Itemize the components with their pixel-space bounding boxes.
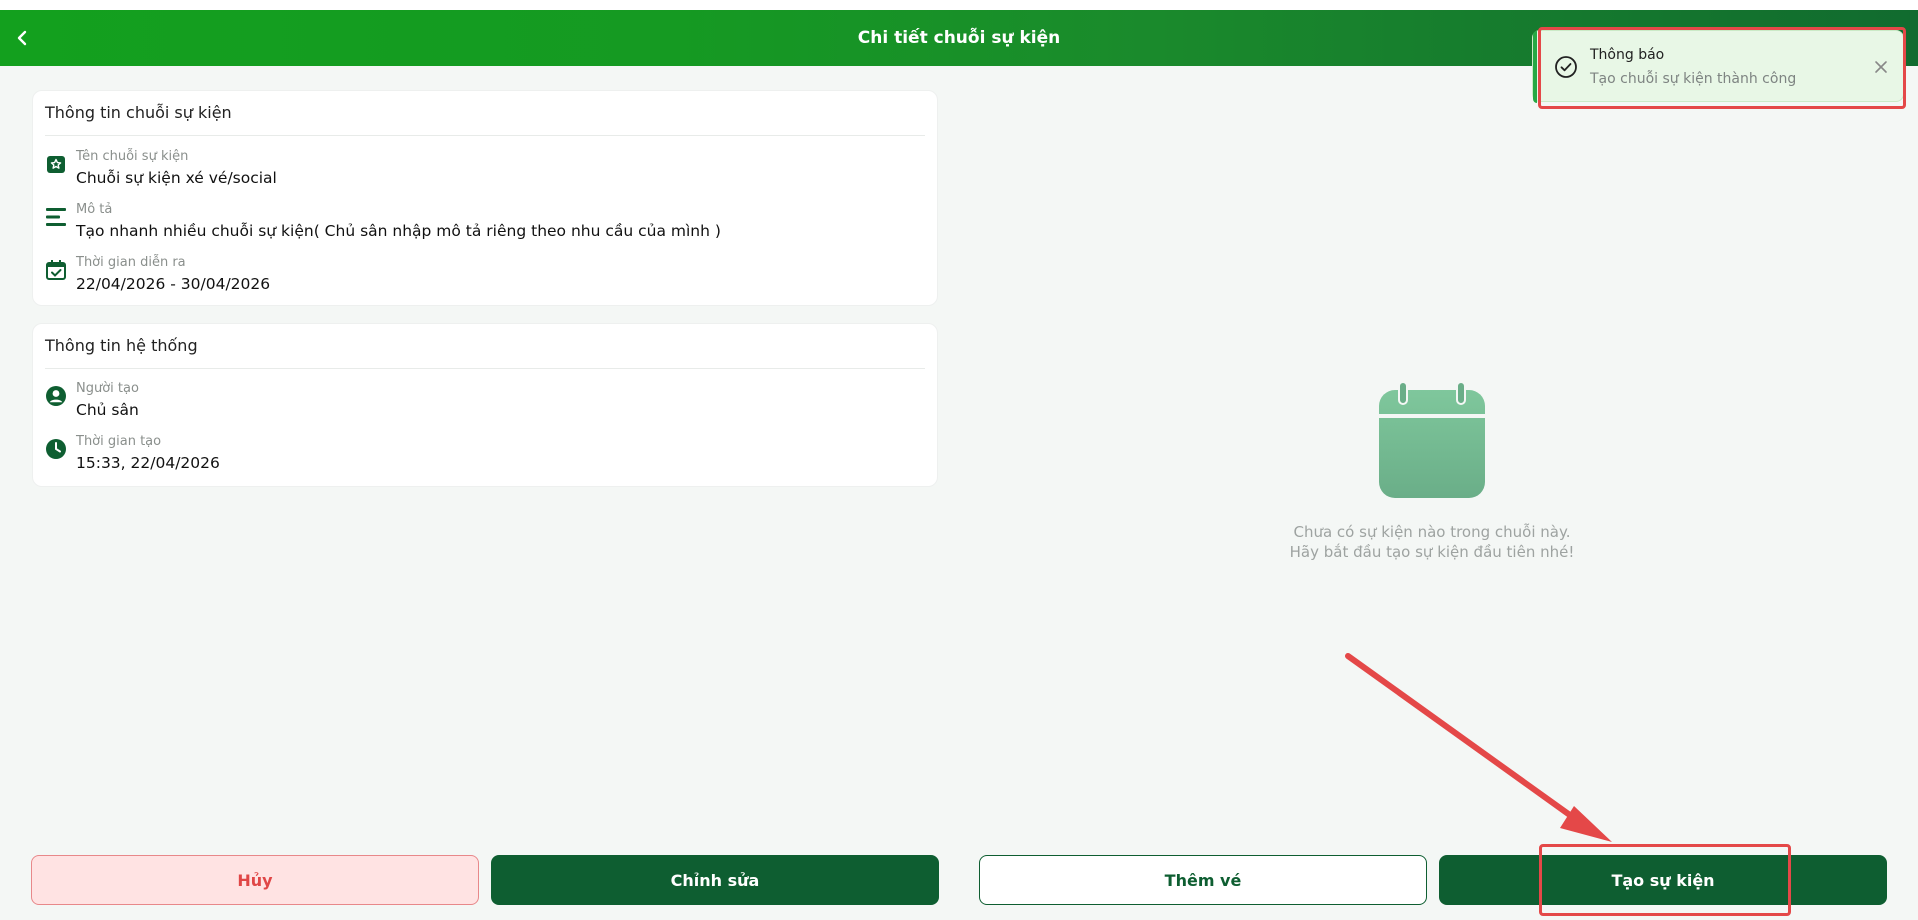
annotation-arrow bbox=[1345, 653, 1612, 842]
